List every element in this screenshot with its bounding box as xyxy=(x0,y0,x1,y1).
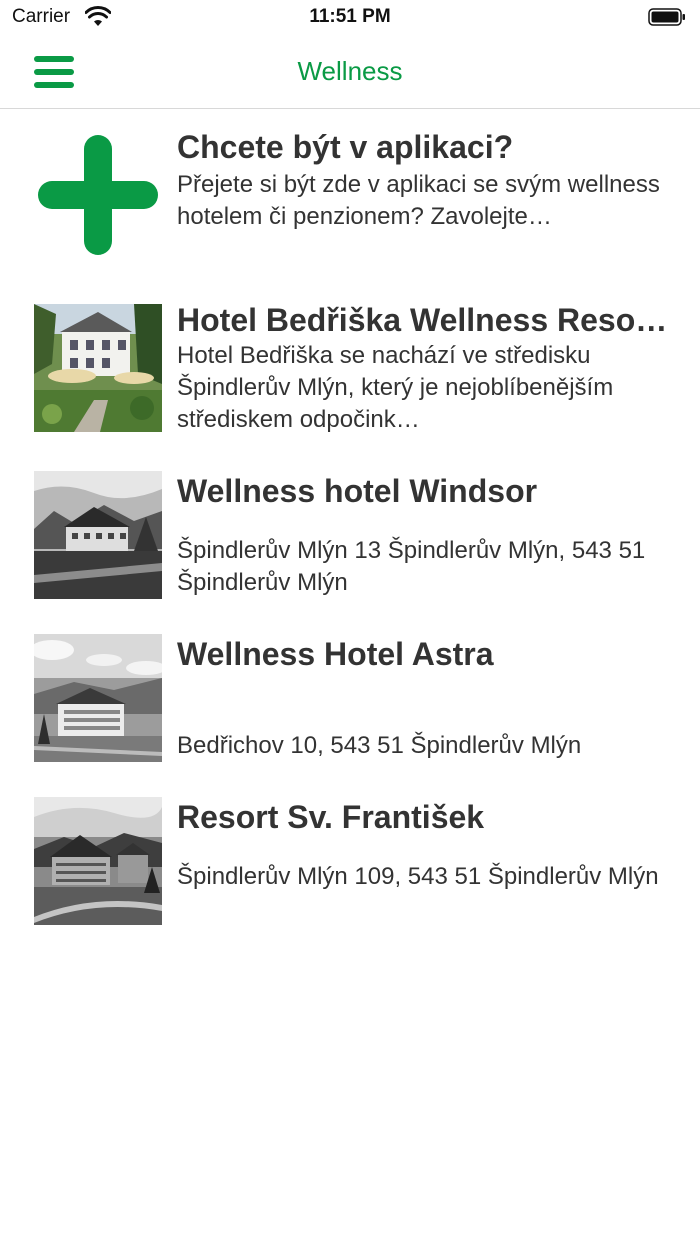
hotel-thumbnail xyxy=(34,797,162,925)
list-item[interactable]: Hotel Bedřiška Wellness Reso… Hotel Bedř… xyxy=(0,302,700,434)
plus-icon xyxy=(38,135,158,255)
hotel-name: Wellness Hotel Astra xyxy=(177,636,494,672)
hotel-description: Hotel Bedřiška se nachází ve středisku Š… xyxy=(177,342,614,433)
battery-icon xyxy=(648,8,685,26)
hotel-name: Resort Sv. František xyxy=(177,799,485,835)
hotel-name: Wellness hotel Windsor xyxy=(177,473,538,509)
list-item[interactable]: Resort Sv. František Špindlerův Mlýn 109… xyxy=(0,797,700,927)
status-bar: Carrier 11:51 PM xyxy=(0,0,700,40)
hotel-thumbnail xyxy=(34,634,162,762)
list-item[interactable]: Wellness hotel Windsor Špindlerův Mlýn 1… xyxy=(0,471,700,601)
status-time: 11:51 PM xyxy=(309,6,391,27)
hotel-description: Špindlerův Mlýn 13 Špindlerův Mlýn, 543 … xyxy=(177,537,646,596)
hotel-name: Hotel Bedřiška Wellness Reso… xyxy=(177,302,668,338)
hotel-thumbnail xyxy=(34,304,162,432)
list-item[interactable]: Wellness Hotel Astra Bedřichov 10, 543 5… xyxy=(0,634,700,764)
hotel-description: Bedřichov 10, 543 51 Špindlerův Mlýn xyxy=(177,732,582,759)
promo-description: Přejete si být zde v aplikaci se svým we… xyxy=(177,171,660,230)
page-title: Wellness xyxy=(297,56,403,86)
hotel-description: Špindlerův Mlýn 109, 543 51 Špindlerův M… xyxy=(177,863,659,890)
navigation-bar: Wellness xyxy=(0,40,700,109)
hotel-thumbnail xyxy=(34,471,162,599)
promo-title: Chcete být v aplikaci? xyxy=(177,129,514,165)
list-item-promo[interactable]: Chcete být v aplikaci? Přejete si být zd… xyxy=(0,109,700,281)
